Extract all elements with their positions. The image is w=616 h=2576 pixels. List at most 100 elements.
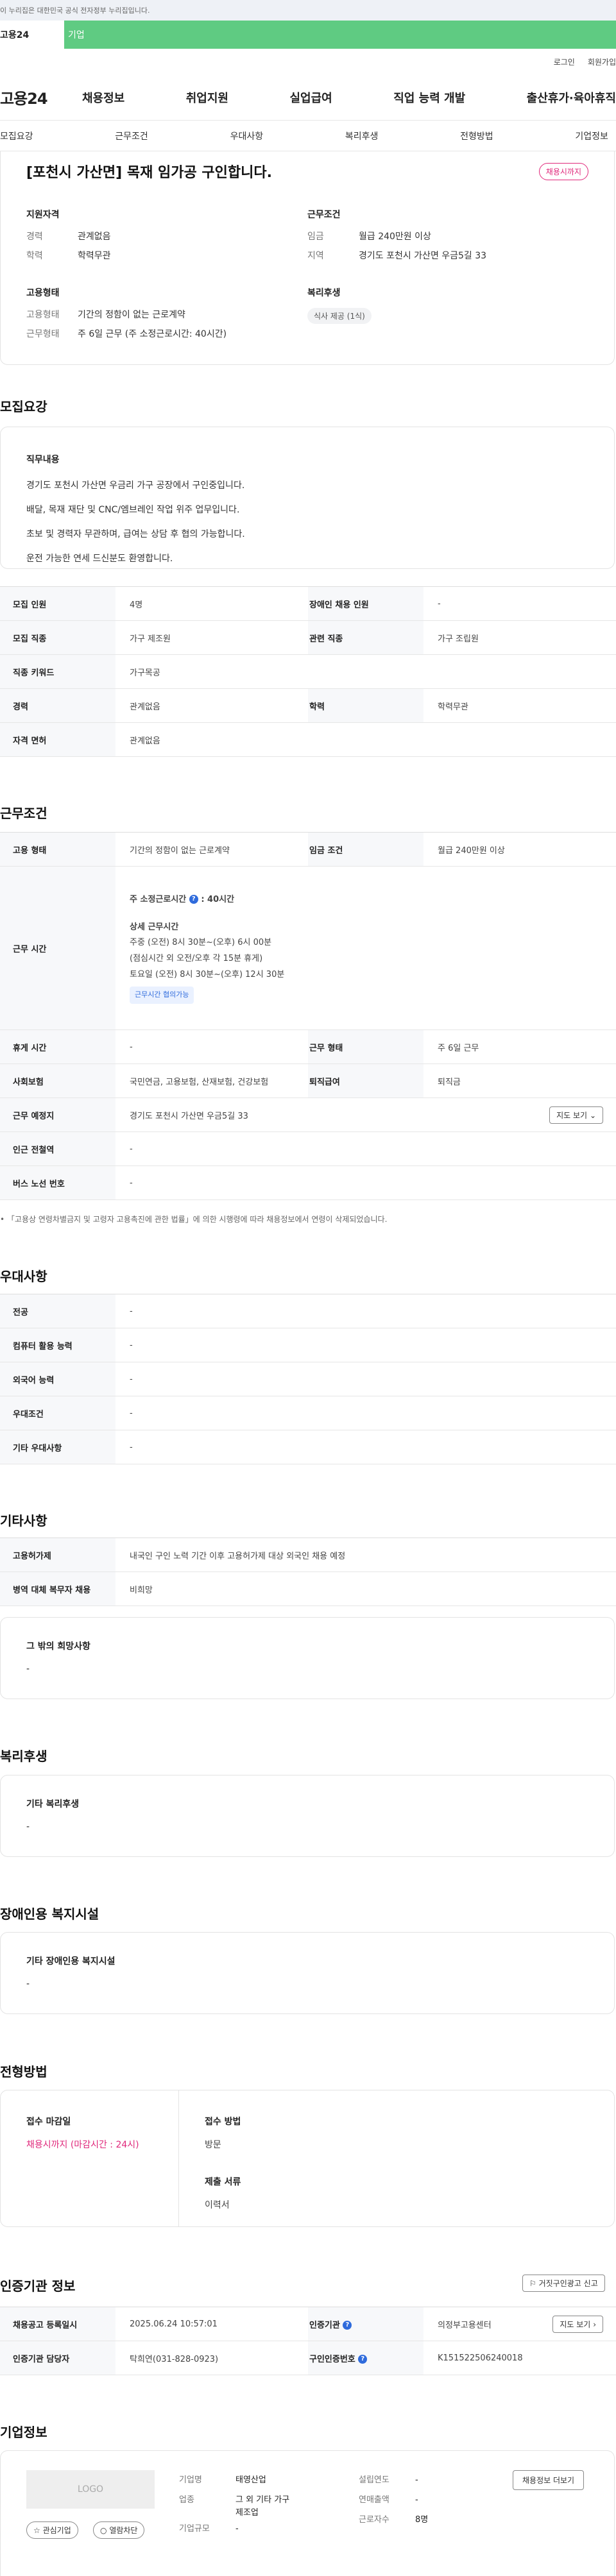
condition-value: 월급 240만원 이상 (359, 232, 431, 242)
more-jobs-button[interactable]: 채용정보 더보기 (513, 2470, 585, 2490)
disabled-box-value: - (26, 1979, 30, 1989)
qualify-key: 경력 (26, 232, 43, 242)
table-row: 우대조건 - (0, 1396, 616, 1430)
report-fake-ad-button[interactable]: ⚐ 거짓구인광고 신고 (522, 2275, 605, 2292)
table-key: 기타 우대사항 (0, 1430, 116, 1464)
table-key: 인증기관 ? (308, 2307, 424, 2341)
report-button-label: 거짓구인광고 신고 (538, 2279, 598, 2288)
nav-unemployment-benefit[interactable]: 실업급여 (290, 89, 332, 106)
table-row: 모집 직종 가구 제조원 관련 직종 가구 조립원 (0, 620, 616, 655)
tab-company[interactable]: 기업정보 (575, 130, 608, 142)
agency-map-button[interactable]: 지도 보기 › (552, 2315, 603, 2333)
table-key: 외국어 능력 (0, 1362, 116, 1396)
duty-line: 경기도 포천시 가산면 우금리 가구 공장에서 구인중입니다. (26, 480, 245, 491)
deadline-badge: 채용시까지 (538, 162, 588, 180)
duty-title: 직무내용 (26, 455, 60, 465)
nav-parental-leave[interactable]: 출산휴가·육아휴직 (527, 89, 616, 106)
table-value: 4명 (116, 586, 308, 621)
location-cell: 경기도 포천시 가산면 우금5길 33 지도 보기 ⌄ (116, 1097, 616, 1132)
table-row: 기타 우대사항 - (0, 1430, 616, 1464)
section-anchor-tabs: 모집요강 근무조건 우대사항 복리후생 전형방법 기업정보 (0, 121, 616, 151)
tab-recruit[interactable]: 모집요강 (0, 130, 33, 142)
table-value: 비희망 (116, 1572, 616, 1606)
table-row: 경력 관계없음 학력 학력무관 (0, 688, 616, 723)
page: 이 누리집은 대한민국 공식 전자정부 누리집입니다. 고용24 기업 로그인 … (0, 0, 616, 2576)
table-key: 컴퓨터 활용 능력 (0, 1328, 116, 1362)
site-logo[interactable]: 고용24 (0, 86, 82, 108)
etc-table: 고용허가제 내국인 구인 노력 기간 이후 고용허가제 대상 외국인 채용 예정 … (0, 1538, 616, 1606)
favorite-company-button[interactable]: ☆ 관심기업 (26, 2521, 78, 2539)
table-row: 컴퓨터 활용 능력 - (0, 1328, 616, 1362)
table-key: 직종 키워드 (0, 654, 116, 689)
table-value: 주 6일 근무 (424, 1030, 616, 1064)
welfare-summary-title: 복리후생 (307, 288, 341, 298)
help-icon[interactable]: ? (358, 2355, 368, 2364)
condition-title: 근무조건 (307, 210, 341, 220)
help-icon[interactable]: ? (189, 895, 198, 904)
table-key: 장애인 채용 인원 (308, 586, 424, 621)
welfare-box-value: - (26, 1822, 30, 1832)
table-row: 모집 인원 4명 장애인 채용 인원 - (0, 586, 616, 621)
table-key: 근무 형태 (308, 1030, 424, 1064)
table-value: - (116, 1294, 616, 1328)
table-value: - (116, 1165, 616, 1200)
hours-detail-title: 상세 근무시간 (130, 922, 179, 932)
table-row: 근무 예정지 경기도 포천시 가산면 우금5길 33 지도 보기 ⌄ (0, 1097, 616, 1132)
welfare-box: 기타 복리후생 - (0, 1775, 615, 1857)
welfare-chip: 식사 제공 (1식) (307, 308, 372, 324)
site-strip-business[interactable]: 기업 (64, 21, 616, 49)
nav-employment-support[interactable]: 취업지원 (186, 89, 228, 106)
type-key: 근무형태 (26, 329, 60, 339)
report-icon: ⚐ (529, 2279, 536, 2288)
process-section-title: 전형방법 (0, 2064, 47, 2080)
table-key: 임금 조건 (308, 832, 424, 867)
work-section-title: 근무조건 (0, 806, 47, 821)
join-link[interactable]: 회원가입 (588, 56, 616, 67)
work-hours-cell: 주 소정근로시간 ? : 40시간 상세 근무시간 주중 (오전) 8시 30분… (116, 866, 616, 1030)
table-key: 전공 (0, 1294, 116, 1328)
company-biz-value: 그 외 기타 가구 (235, 2495, 290, 2505)
process-box: 접수 마감일 채용시까지 (마감시간 : 24시) 접수 방법 방문 제출 서류… (0, 2090, 615, 2227)
method-value: 방문 (205, 2140, 221, 2150)
table-row: 인근 전철역 - (0, 1131, 616, 1166)
duty-line: 배달, 목재 재단 및 CNC/엠브레인 작업 위주 업무입니다. (26, 505, 240, 515)
agency-value: 의정부고용센터 (438, 2320, 492, 2330)
tab-preferences[interactable]: 우대사항 (230, 130, 264, 142)
table-value: 탁희연(031-828-0923) (116, 2341, 308, 2375)
company-biz-key: 업종 (179, 2495, 194, 2505)
tab-work-conditions[interactable]: 근무조건 (115, 130, 148, 142)
process-method: 접수 방법 방문 제출 서류 이력서 (179, 2090, 266, 2226)
recruit-section-title: 모집요강 (0, 399, 47, 414)
favorite-label: 관심기업 (42, 2526, 71, 2535)
table-key: 구인인증번호 ? (308, 2341, 424, 2375)
table-row: 사회보험 국민연금, 고용보험, 산재보험, 건강보험 퇴직급여 퇴직금 (0, 1063, 616, 1098)
block-view-button[interactable]: ○ 열람차단 (93, 2521, 145, 2539)
company-logo: LOGO (26, 2470, 155, 2509)
main-nav: 고용24 채용정보 취업지원 실업급여 직업 능력 개발 출산휴가·육아휴직 (0, 74, 616, 121)
tab-welfare[interactable]: 복리후생 (345, 130, 379, 142)
main-menu: 채용정보 취업지원 실업급여 직업 능력 개발 출산휴가·육아휴직 (82, 89, 616, 106)
etc-wish-box: 그 밖의 희망사항 - (0, 1617, 615, 1699)
agency-map-label: 지도 보기 (560, 2319, 591, 2329)
type-title: 고용형태 (26, 288, 60, 298)
disabled-section-title: 장애인용 복지시설 (0, 1906, 99, 1922)
table-row: 고용 형태 기간의 정함이 없는 근로계약 임금 조건 월급 240만원 이상 (0, 832, 616, 867)
nav-vocational-training[interactable]: 직업 능력 개발 (393, 89, 465, 106)
table-value: 관계없음 (116, 722, 616, 757)
table-key: 버스 노선 번호 (0, 1165, 116, 1200)
table-key: 관련 직종 (308, 620, 424, 655)
block-label: 열람차단 (109, 2526, 138, 2535)
map-button[interactable]: 지도 보기 ⌄ (549, 1106, 603, 1124)
table-key: 고용허가제 (0, 1538, 116, 1572)
job-summary-card: [포천시 가산면] 목재 임가공 구인합니다. 채용시까지 지원자격 경력 관계없… (0, 151, 615, 365)
etc-wish-value: - (26, 1664, 30, 1674)
table-key: 고용 형태 (0, 832, 116, 867)
site-strip-left[interactable]: 고용24 (0, 21, 64, 49)
table-row: 버스 노선 번호 - (0, 1165, 616, 1200)
star-icon: ☆ (33, 2526, 40, 2535)
duty-line: 운전 가능한 연세 드신분도 환영합니다. (26, 554, 173, 564)
tab-process[interactable]: 전형방법 (460, 130, 493, 142)
help-icon[interactable]: ? (343, 2321, 352, 2330)
login-link[interactable]: 로그인 (554, 56, 575, 67)
nav-jobs[interactable]: 채용정보 (82, 89, 124, 106)
